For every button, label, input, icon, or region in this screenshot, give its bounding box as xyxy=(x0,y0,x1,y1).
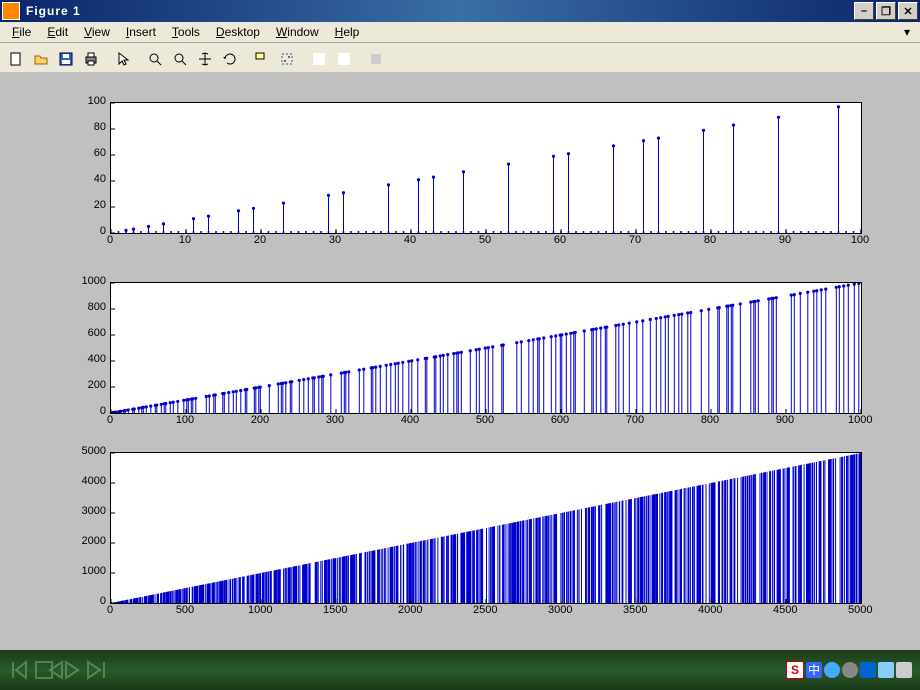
xtick-label: 3500 xyxy=(623,604,647,616)
media-glyphs xyxy=(8,658,128,682)
grid-icon[interactable] xyxy=(860,662,876,678)
xtick-label: 100 xyxy=(848,234,872,246)
menu-view[interactable]: View xyxy=(76,23,118,41)
user-icon[interactable] xyxy=(878,662,894,678)
figure-window: Figure 1 – ❐ ✕ FileEditViewInsertToolsDe… xyxy=(0,0,920,690)
ytick-label: 200 xyxy=(70,379,106,391)
s-tray-icon[interactable]: S xyxy=(786,661,804,679)
minimize-button[interactable]: – xyxy=(854,2,874,20)
stem-plot-1 xyxy=(111,103,861,233)
window-title: Figure 1 xyxy=(26,4,854,18)
plot-area: 0102030405060708090100020406080100010020… xyxy=(0,72,920,650)
data-cursor-button[interactable] xyxy=(250,47,274,71)
dock-button[interactable] xyxy=(389,47,413,71)
close-button[interactable]: ✕ xyxy=(898,2,918,20)
subplot-1[interactable] xyxy=(110,102,862,234)
xtick-label: 40 xyxy=(398,234,422,246)
xtick-label: 1500 xyxy=(323,604,347,616)
xtick-label: 800 xyxy=(698,414,722,426)
ytick-label: 0 xyxy=(70,225,106,237)
ytick-label: 3000 xyxy=(70,505,106,517)
xtick-label: 1000 xyxy=(848,414,872,426)
menu-desktop[interactable]: Desktop xyxy=(208,23,268,41)
ytick-label: 1000 xyxy=(70,275,106,287)
xtick-label: 400 xyxy=(398,414,422,426)
menu-edit[interactable]: Edit xyxy=(39,23,76,41)
xtick-label: 1000 xyxy=(248,604,272,616)
ytick-label: 2000 xyxy=(70,535,106,547)
window-buttons: – ❐ ✕ xyxy=(854,2,918,20)
zoom-in-button[interactable] xyxy=(143,47,167,71)
xtick-label: 3000 xyxy=(548,604,572,616)
menu-window[interactable]: Window xyxy=(268,23,327,41)
ytick-label: 4000 xyxy=(70,475,106,487)
ytick-label: 1000 xyxy=(70,565,106,577)
zoom-out-button[interactable] xyxy=(168,47,192,71)
matlab-figure-icon xyxy=(2,2,20,20)
xtick-label: 5000 xyxy=(848,604,872,616)
xtick-label: 50 xyxy=(473,234,497,246)
menu-bar: FileEditViewInsertToolsDesktopWindowHelp… xyxy=(0,22,920,43)
stem-plot-3 xyxy=(111,453,861,603)
subplot-3[interactable] xyxy=(110,452,862,604)
ytick-label: 600 xyxy=(70,327,106,339)
ytick-label: 800 xyxy=(70,301,106,313)
open-button[interactable] xyxy=(29,47,53,71)
xtick-label: 500 xyxy=(173,604,197,616)
system-tray: S 中 xyxy=(786,661,912,679)
ytick-label: 100 xyxy=(70,95,106,107)
xtick-label: 900 xyxy=(773,414,797,426)
xtick-label: 10 xyxy=(173,234,197,246)
taskbar-media-controls xyxy=(8,658,786,682)
rotate-button[interactable] xyxy=(218,47,242,71)
print-button[interactable] xyxy=(79,47,103,71)
xtick-label: 4500 xyxy=(773,604,797,616)
colorbar-button[interactable] xyxy=(307,47,331,71)
menu-file[interactable]: File xyxy=(4,23,39,41)
save-button[interactable] xyxy=(54,47,78,71)
gear-icon[interactable] xyxy=(896,662,912,678)
xtick-label: 300 xyxy=(323,414,347,426)
ime-icon[interactable]: 中 xyxy=(806,662,822,678)
stem-plot-2 xyxy=(111,283,861,413)
xtick-label: 30 xyxy=(323,234,347,246)
ytick-label: 5000 xyxy=(70,445,106,457)
xtick-label: 80 xyxy=(698,234,722,246)
xtick-label: 90 xyxy=(773,234,797,246)
pointer-button[interactable] xyxy=(111,47,135,71)
xtick-label: 2500 xyxy=(473,604,497,616)
xtick-label: 600 xyxy=(548,414,572,426)
hide-button[interactable] xyxy=(364,47,388,71)
menu-overflow-icon[interactable]: ▾ xyxy=(898,25,916,39)
ytick-label: 400 xyxy=(70,353,106,365)
menu-tools[interactable]: Tools xyxy=(164,23,208,41)
xtick-label: 2000 xyxy=(398,604,422,616)
xtick-label: 100 xyxy=(173,414,197,426)
legend-button[interactable] xyxy=(332,47,356,71)
xtick-label: 500 xyxy=(473,414,497,426)
ytick-label: 0 xyxy=(70,595,106,607)
ytick-label: 60 xyxy=(70,147,106,159)
maximize-button[interactable]: ❐ xyxy=(876,2,896,20)
menu-help[interactable]: Help xyxy=(327,23,368,41)
menu-insert[interactable]: Insert xyxy=(118,23,164,41)
ytick-label: 0 xyxy=(70,405,106,417)
brush-button[interactable] xyxy=(275,47,299,71)
xtick-label: 200 xyxy=(248,414,272,426)
ytick-label: 20 xyxy=(70,199,106,211)
pan-button[interactable] xyxy=(193,47,217,71)
moon-icon[interactable] xyxy=(824,662,840,678)
xtick-label: 4000 xyxy=(698,604,722,616)
xtick-label: 20 xyxy=(248,234,272,246)
ytick-label: 40 xyxy=(70,173,106,185)
xtick-label: 60 xyxy=(548,234,572,246)
title-bar[interactable]: Figure 1 – ❐ ✕ xyxy=(0,0,920,22)
subplot-2[interactable] xyxy=(110,282,862,414)
xtick-label: 70 xyxy=(623,234,647,246)
xtick-label: 700 xyxy=(623,414,647,426)
taskbar: S 中 xyxy=(0,650,920,690)
new-button[interactable] xyxy=(4,47,28,71)
ytick-label: 80 xyxy=(70,121,106,133)
dot-icon[interactable] xyxy=(842,662,858,678)
